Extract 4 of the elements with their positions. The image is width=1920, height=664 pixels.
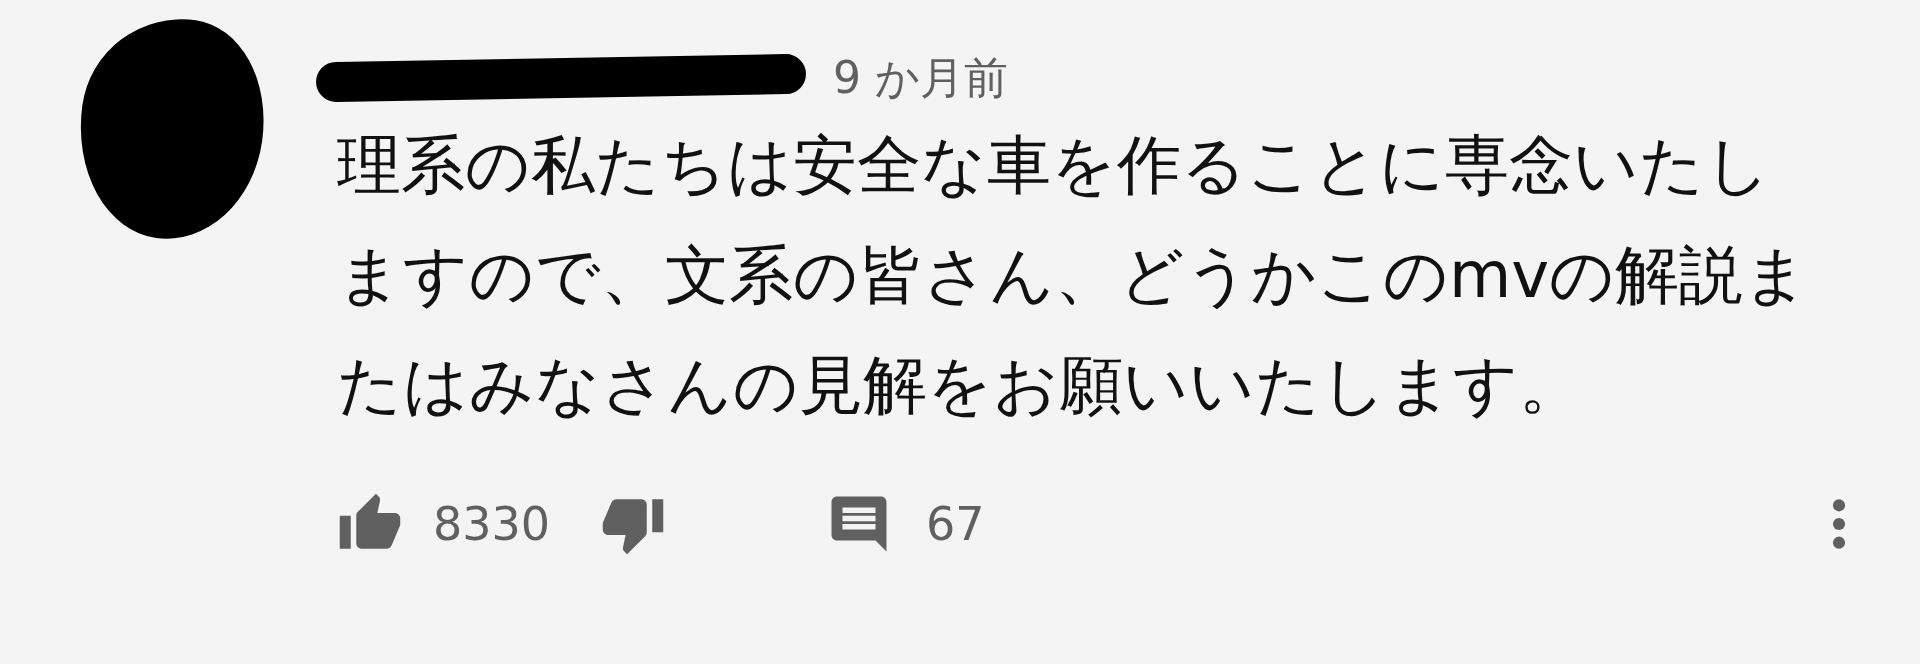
comment-text: 理系の私たちは安全な車を作ることに専念いたしますので、文系の皆さん、どうかこのmvの解説またはみなさんの見解をお願いいたします。 bbox=[337, 127, 1811, 424]
reply-count: 67 bbox=[926, 497, 985, 551]
like-count: 8330 bbox=[433, 497, 551, 551]
comment-time: 9 か月前 bbox=[833, 50, 1008, 105]
